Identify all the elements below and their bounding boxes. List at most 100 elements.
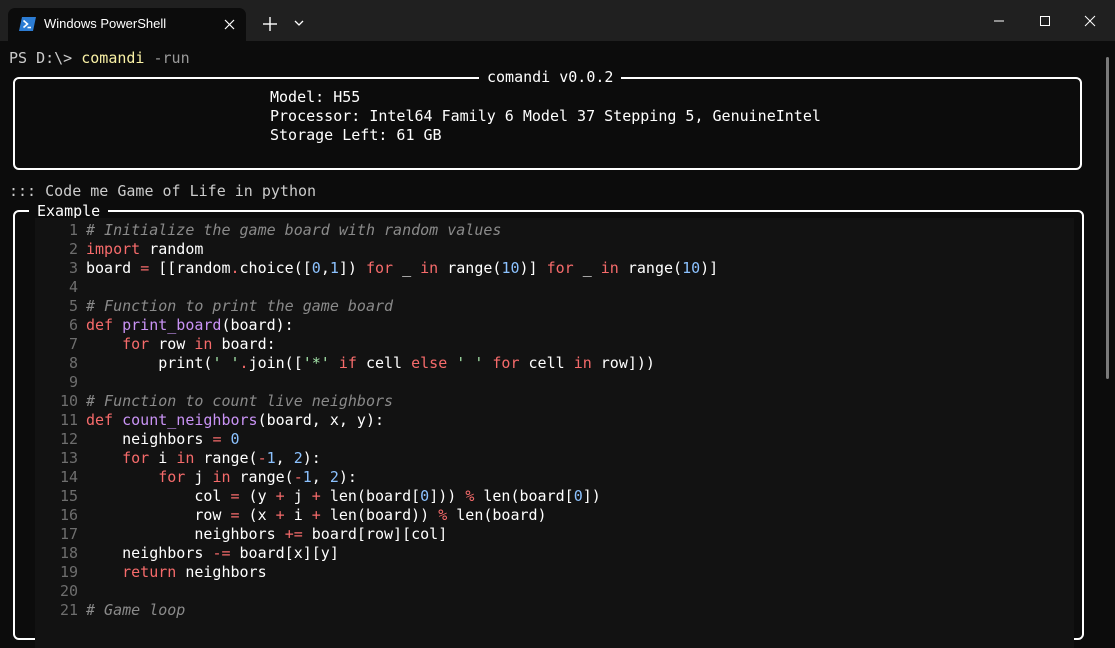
code-token: %	[438, 506, 448, 524]
info-box-title: comandi v0.0.2	[479, 68, 622, 87]
code-token: range(	[194, 449, 258, 467]
code-token: =	[230, 487, 240, 505]
code-token: count_neighbors	[122, 411, 258, 429]
code-token: range(	[618, 259, 683, 277]
code-token: print(	[86, 354, 213, 372]
code-line: 15 col = (y + j + len(board[0])) % len(b…	[35, 487, 601, 506]
code-line: 6 def print_board(board):	[35, 316, 294, 335]
code-token: col	[86, 487, 231, 505]
code-token: -	[257, 449, 267, 467]
code-line: 9	[35, 373, 86, 392]
code-token: (board, x, y):	[257, 411, 385, 429]
line-number: 15	[59, 487, 78, 505]
query-line: ::: Code me Game of Life in python	[9, 182, 317, 200]
code-token: for	[546, 259, 574, 277]
code-token: len(board)	[447, 506, 547, 524]
code-token: 1	[329, 259, 339, 277]
minimize-icon	[994, 20, 1004, 22]
code-token: random	[140, 240, 204, 258]
code-line: 12 neighbors = 0	[35, 430, 240, 449]
code-token: 10	[682, 259, 701, 277]
tab-close-button[interactable]	[219, 14, 239, 34]
line-number: 8	[68, 354, 78, 372]
code-token: print_board	[122, 316, 222, 334]
maximize-button[interactable]	[1022, 8, 1068, 34]
code-token: cell	[356, 354, 412, 372]
info-processor: Processor: Intel64 Family 6 Model 37 Ste…	[270, 107, 821, 125]
new-tab-button[interactable]	[260, 14, 280, 34]
code-token: board:	[212, 335, 276, 353]
line-number: 7	[68, 335, 78, 353]
code-token: 2	[293, 449, 303, 467]
code-token: [[random	[149, 259, 231, 277]
tab-windows-powershell[interactable]: Windows PowerShell	[8, 8, 246, 41]
close-icon	[224, 19, 234, 29]
code-token: j	[284, 487, 312, 505]
code-token: len(board[	[320, 487, 421, 505]
powershell-icon	[19, 17, 36, 31]
code-token: +	[275, 487, 285, 505]
line-number: 14	[59, 468, 78, 486]
title-bar: Windows PowerShell	[0, 0, 1115, 41]
line-number: 2	[68, 240, 78, 258]
code-token: in	[573, 354, 592, 372]
code-line: 11 def count_neighbors(board, x, y):	[35, 411, 384, 430]
code-token: .	[230, 259, 240, 277]
prompt-line: PS D:\> comandi -run	[9, 49, 190, 68]
code-token: row	[86, 506, 231, 524]
code-token: for	[122, 449, 150, 467]
code-token: else	[411, 354, 448, 372]
code-token: 0	[230, 430, 240, 448]
code-token: len(board))	[320, 506, 439, 524]
plus-icon	[263, 17, 277, 31]
code-token: in	[420, 259, 439, 277]
line-number: 1	[68, 221, 78, 239]
code-line: 2 import random	[35, 240, 203, 259]
code-token: # Game loop	[86, 601, 186, 619]
code-token: 10	[501, 259, 520, 277]
line-number: 10	[59, 392, 78, 410]
code-line: 19 return neighbors	[35, 563, 267, 582]
code-token: in	[176, 449, 195, 467]
info-storage: Storage Left: 61 GB	[270, 126, 442, 144]
code-token: in	[194, 335, 213, 353]
code-token: j	[185, 468, 213, 486]
code-token: )]	[700, 259, 719, 277]
code-token: +	[311, 506, 321, 524]
code-token: _	[393, 259, 421, 277]
code-token: ])	[582, 487, 601, 505]
tab-dropdown-button[interactable]	[291, 15, 307, 31]
code-token: ' '	[212, 354, 240, 372]
line-number: 5	[68, 297, 78, 315]
code-block: 1 # Initialize the game board with random…	[35, 218, 1074, 648]
code-token: 1	[302, 468, 312, 486]
code-token: choice([	[239, 259, 312, 277]
code-token: row	[149, 335, 195, 353]
scrollbar-thumb[interactable]	[1106, 57, 1109, 379]
code-token: (y	[239, 487, 276, 505]
minimize-button[interactable]	[976, 8, 1022, 34]
example-box: Example 1 # Initialize the game board wit…	[13, 202, 1084, 648]
code-line: 4	[35, 278, 86, 297]
code-token: for	[492, 354, 520, 372]
code-token: neighbors	[86, 430, 213, 448]
code-token: in	[600, 259, 619, 277]
code-line: 18 neighbors -= board[x][y]	[35, 544, 339, 563]
code-token: ' '	[456, 354, 484, 372]
close-window-button[interactable]	[1067, 8, 1113, 34]
line-number: 19	[59, 563, 78, 581]
code-line: 13 for i in range(-1, 2):	[35, 449, 321, 468]
close-icon	[1084, 15, 1096, 27]
tab-title: Windows PowerShell	[44, 16, 167, 31]
info-box: comandi v0.0.2 Model: H55 Processor: Int…	[13, 68, 1082, 170]
code-token: import	[86, 240, 141, 258]
code-token: +	[311, 487, 321, 505]
code-line: 3 board = [[random.choice([0,1]) for _ in…	[35, 259, 718, 278]
code-line: 7 for row in board:	[35, 335, 276, 354]
code-token: ):	[302, 449, 321, 467]
